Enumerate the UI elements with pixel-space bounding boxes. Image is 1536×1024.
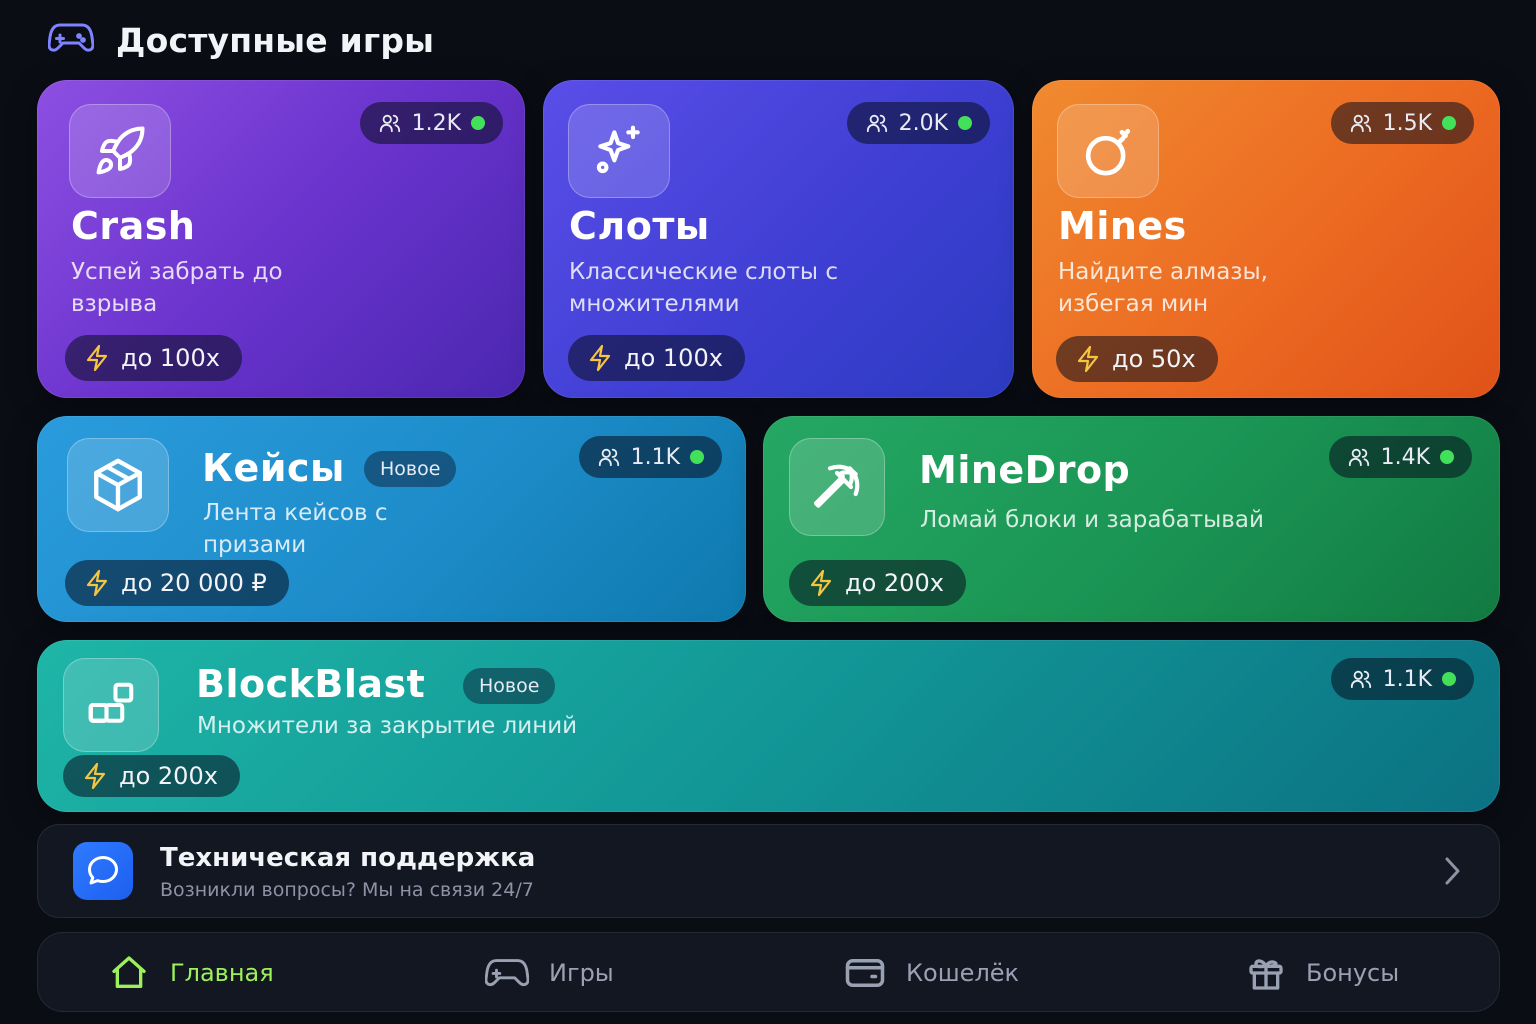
home-icon: [112, 956, 146, 988]
game-title: Mines: [1058, 204, 1187, 248]
game-description: Успей забрать до взрыва: [71, 259, 283, 317]
online-count: 1.5K: [1382, 110, 1432, 136]
online-dot: [1442, 672, 1456, 686]
new-badge: Новое: [463, 668, 556, 704]
online-count-badge: 1.2K: [359, 102, 503, 144]
game-description: Ломай блоки и зарабатывай: [920, 507, 1264, 533]
game-card-mines[interactable]: 1.5K Mines Найдите алмазы, избегая мин д…: [1032, 80, 1500, 398]
gamepad-icon: [47, 21, 95, 59]
chevron-right-icon: [1441, 853, 1463, 893]
game-card-slots[interactable]: 2.0K Слоты Классические слоты с множител…: [543, 80, 1014, 398]
game-description: Лента кейсов с призами: [203, 500, 388, 558]
lightning-icon: [589, 344, 611, 372]
lightning-icon: [1077, 345, 1099, 373]
online-count: 1.1K: [1382, 666, 1432, 692]
game-title: Слоты: [569, 204, 710, 248]
users-icon: [598, 448, 619, 467]
nav-item-home[interactable]: Главная: [108, 951, 274, 995]
section-header: Доступные игры: [47, 18, 435, 62]
nav-item-games[interactable]: Игры: [485, 951, 614, 995]
users-icon: [1350, 670, 1371, 689]
page-title: Доступные игры: [116, 20, 435, 60]
new-badge: Новое: [364, 451, 457, 487]
max-multiplier-badge: до 200x: [789, 560, 966, 606]
game-title: BlockBlast: [196, 662, 426, 706]
max-multiplier: до 20 000 ₽: [121, 569, 267, 597]
max-multiplier-badge: до 100x: [568, 335, 745, 381]
nav-item-wallet[interactable]: Кошелёк: [844, 951, 1019, 995]
max-multiplier-badge: до 200x: [63, 755, 240, 797]
lightning-icon: [810, 569, 832, 597]
online-count: 1.2K: [411, 110, 461, 136]
game-title: Crash: [71, 204, 196, 248]
online-dot: [1440, 450, 1454, 464]
max-multiplier: до 200x: [845, 569, 944, 597]
game-description: Найдите алмазы, избегая мин: [1058, 259, 1268, 317]
max-multiplier: до 200x: [119, 762, 218, 790]
online-dot: [958, 116, 972, 130]
users-icon: [1350, 114, 1371, 133]
nav-label: Игры: [549, 959, 614, 987]
chat-icon: [73, 842, 133, 900]
max-multiplier: до 100x: [624, 344, 723, 372]
max-multiplier: до 50x: [1112, 345, 1196, 373]
gift-icon: [1249, 959, 1283, 990]
gamepad-icon: [485, 959, 529, 987]
online-count: 1.1K: [630, 444, 680, 470]
online-dot: [1442, 116, 1456, 130]
game-card-cases[interactable]: Кейсы Новое 1.1K Лента кейсов с призами …: [37, 416, 746, 622]
users-icon: [379, 114, 400, 133]
wallet-icon: [845, 959, 885, 987]
game-description: Множители за закрытие линий: [197, 713, 578, 739]
users-icon: [866, 114, 887, 133]
users-icon: [1348, 448, 1369, 467]
support-title: Техническая поддержка: [160, 843, 536, 873]
online-dot: [471, 116, 485, 130]
online-count: 1.4K: [1380, 444, 1430, 470]
pickaxe-icon: [789, 438, 885, 536]
lightning-icon: [84, 762, 106, 790]
nav-item-bonuses[interactable]: Бонусы: [1246, 951, 1399, 995]
box-icon: [67, 438, 169, 532]
online-count-badge: 2.0K: [846, 102, 990, 144]
max-multiplier-badge: до 20 000 ₽: [65, 560, 289, 606]
game-card-blockblast[interactable]: BlockBlast Новое 1.1K Множители за закры…: [37, 640, 1500, 812]
nav-label: Кошелёк: [906, 959, 1020, 987]
blocks-icon: [63, 658, 159, 752]
online-count-badge: 1.4K: [1328, 436, 1472, 478]
online-count: 2.0K: [898, 110, 948, 136]
max-multiplier-badge: до 100x: [65, 335, 242, 381]
lightning-icon: [86, 569, 108, 597]
support-banner[interactable]: Техническая поддержка Возникли вопросы? …: [37, 824, 1500, 918]
bomb-icon: [1057, 104, 1159, 198]
max-multiplier-badge: до 50x: [1056, 336, 1218, 382]
online-dot: [690, 450, 704, 464]
max-multiplier: до 100x: [121, 344, 220, 372]
game-title: MineDrop: [919, 448, 1131, 492]
rocket-icon: [69, 104, 171, 198]
nav-label: Бонусы: [1306, 959, 1400, 987]
game-title: Кейсы: [202, 446, 345, 490]
page: Доступные игры 1.2K Crash Успей забрать …: [0, 0, 1536, 1024]
support-subtitle: Возникли вопросы? Мы на связи 24/7: [160, 879, 534, 901]
game-card-crash[interactable]: 1.2K Crash Успей забрать до взрыва до 10…: [37, 80, 525, 398]
lightning-icon: [86, 344, 108, 372]
game-description: Классические слоты с множителями: [569, 259, 838, 317]
online-count-badge: 1.1K: [578, 436, 722, 478]
game-card-minedrop[interactable]: MineDrop 1.4K Ломай блоки и зарабатывай …: [763, 416, 1500, 622]
online-count-badge: 1.5K: [1330, 102, 1474, 144]
nav-label: Главная: [170, 959, 274, 987]
sparkles-icon: [568, 104, 670, 198]
bottom-nav: Главная Игры Кошелёк Бонусы: [37, 932, 1500, 1012]
online-count-badge: 1.1K: [1330, 658, 1474, 700]
